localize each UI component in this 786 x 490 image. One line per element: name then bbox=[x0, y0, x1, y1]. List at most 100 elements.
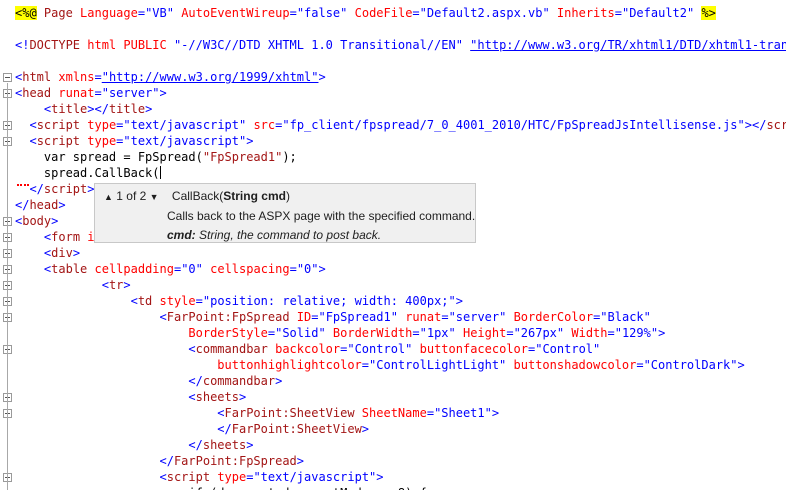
code-token: html bbox=[22, 70, 52, 84]
code-token: = bbox=[441, 310, 449, 324]
arrow-down-icon[interactable]: ▼ bbox=[150, 189, 159, 205]
code-line[interactable]: <FarPoint:FpSpread ID="FpSpread1" runat=… bbox=[0, 309, 786, 325]
code-token: = bbox=[361, 358, 370, 372]
code-token: < bbox=[217, 406, 225, 420]
code-token: "0" bbox=[296, 262, 319, 276]
code-line[interactable]: </commandbar> bbox=[0, 373, 786, 389]
code-token: "-//W3C//DTD XHTML 1.0 Transitional//EN" bbox=[173, 38, 463, 52]
code-token: DOCTYPE bbox=[29, 38, 81, 52]
code-token: <%@ bbox=[15, 6, 37, 20]
code-token: > bbox=[491, 406, 500, 420]
code-text: <td style="position: relative; width: 40… bbox=[15, 293, 463, 309]
code-token: > bbox=[246, 134, 254, 148]
code-token: > bbox=[318, 262, 326, 276]
code-token: ID bbox=[289, 310, 312, 324]
code-token: "1px" bbox=[419, 326, 456, 340]
code-line[interactable]: <tr> bbox=[0, 277, 786, 293]
signature-row: ▲ 1 of 2 ▼ CallBack(String cmd) bbox=[104, 188, 290, 204]
arrow-up-icon[interactable]: ▲ bbox=[104, 189, 113, 205]
code-token: "ControlDark" bbox=[643, 358, 738, 372]
code-token: = bbox=[94, 70, 102, 84]
code-text: <html xmlns="http://www.w3.org/1999/xhtm… bbox=[15, 69, 326, 85]
code-line[interactable]: </sheets> bbox=[0, 437, 786, 453]
code-line[interactable]: <title></title> bbox=[0, 101, 786, 117]
text-caret bbox=[159, 166, 161, 179]
code-line[interactable] bbox=[0, 53, 786, 69]
code-token: = bbox=[195, 294, 203, 308]
code-token: > bbox=[296, 454, 305, 468]
code-token: var spread = FpSpread( bbox=[15, 150, 203, 164]
code-line[interactable]: BorderStyle="Solid" BorderWidth="1px" He… bbox=[0, 325, 786, 341]
code-token: AutoEventWireup bbox=[173, 6, 290, 20]
code-line[interactable]: <!DOCTYPE html PUBLIC "-//W3C//DTD XHTML… bbox=[0, 37, 786, 53]
code-token: = bbox=[506, 326, 514, 340]
code-line[interactable]: <head runat="server"> bbox=[0, 85, 786, 101]
code-line[interactable]: </FarPoint:SheetView> bbox=[0, 421, 786, 437]
code-token: "0" bbox=[181, 262, 203, 276]
code-token: "Black" bbox=[600, 310, 651, 324]
code-line[interactable]: <%@ Page Language="VB" AutoEventWireup="… bbox=[0, 5, 786, 21]
code-line[interactable]: <script type="text/javascript" src="fp_c… bbox=[0, 117, 786, 133]
code-token: style bbox=[152, 294, 196, 308]
code-text: </FarPoint:FpSpread> bbox=[15, 453, 305, 469]
code-line[interactable]: <commandbar backcolor="Control" buttonfa… bbox=[0, 341, 786, 357]
code-text: <sheets> bbox=[15, 389, 246, 405]
code-token: FarPoint:FpSpread bbox=[173, 454, 297, 468]
code-line[interactable]: <script type="text/javascript"> bbox=[0, 469, 786, 485]
code-token: "position: relative; width: 400px;" bbox=[202, 294, 456, 308]
code-line[interactable]: if (document.documentMode == 8) { bbox=[0, 485, 786, 490]
code-token: "text/javascript" bbox=[123, 118, 247, 132]
collapse-icon[interactable] bbox=[3, 73, 12, 82]
code-token: > bbox=[123, 278, 131, 292]
code-line[interactable]: <sheets> bbox=[0, 389, 786, 405]
code-line[interactable]: </FarPoint:FpSpread> bbox=[0, 453, 786, 469]
code-token: ></ bbox=[87, 102, 109, 116]
code-text: <title></title> bbox=[15, 101, 152, 117]
code-token: = bbox=[412, 326, 420, 340]
code-token: </ bbox=[15, 198, 30, 212]
code-token: "FpSpread1" bbox=[202, 150, 283, 164]
code-line[interactable]: <div> bbox=[0, 245, 786, 261]
code-token: buttonshadowcolor bbox=[506, 358, 637, 372]
code-token: ); bbox=[282, 150, 297, 164]
code-token: CodeFile bbox=[347, 6, 413, 20]
parameter-info-tooltip: ▲ 1 of 2 ▼ CallBack(String cmd) Calls ba… bbox=[94, 183, 476, 243]
code-line[interactable]: buttonhighlightcolor="ControlLightLight"… bbox=[0, 357, 786, 373]
code-token: buttonfacecolor bbox=[412, 342, 528, 356]
code-line[interactable]: var spread = FpSpread("FpSpread1"); bbox=[0, 149, 786, 165]
code-token: > bbox=[72, 246, 81, 260]
code-token: "server" bbox=[448, 310, 507, 324]
code-token: = bbox=[426, 406, 435, 420]
code-line[interactable] bbox=[0, 21, 786, 37]
code-text: </commandbar> bbox=[15, 373, 282, 389]
code-token: FarPoint:SheetView bbox=[224, 406, 355, 420]
code-token: Inherits bbox=[549, 6, 615, 20]
code-line[interactable]: <table cellpadding="0" cellspacing="0"> bbox=[0, 261, 786, 277]
code-token: < bbox=[188, 390, 196, 404]
code-line[interactable]: <html xmlns="http://www.w3.org/1999/xhtm… bbox=[0, 69, 786, 85]
code-token: "http://www.w3.org/TR/xhtml1/DTD/xhtml1-… bbox=[470, 38, 786, 52]
code-token: type bbox=[210, 470, 247, 484]
code-token: title bbox=[51, 102, 88, 116]
code-line[interactable]: <script type="text/javascript"> bbox=[0, 133, 786, 149]
code-line[interactable]: <td style="position: relative; width: 40… bbox=[0, 293, 786, 309]
code-token: "Sheet1" bbox=[434, 406, 492, 420]
code-line[interactable]: spread.CallBack( bbox=[0, 165, 786, 181]
code-token: body bbox=[22, 214, 52, 228]
code-token: < bbox=[188, 342, 196, 356]
code-token: > bbox=[159, 86, 167, 100]
code-editor[interactable]: <%@ Page Language="VB" AutoEventWireup="… bbox=[0, 0, 786, 490]
code-text: <head runat="server"> bbox=[15, 85, 167, 101]
code-token: < bbox=[29, 118, 37, 132]
code-line[interactable]: <FarPoint:SheetView SheetName="Sheet1"> bbox=[0, 405, 786, 421]
code-token: = bbox=[412, 6, 420, 20]
code-token: td bbox=[137, 294, 153, 308]
error-squiggle bbox=[17, 181, 29, 186]
code-token: i bbox=[80, 230, 95, 244]
